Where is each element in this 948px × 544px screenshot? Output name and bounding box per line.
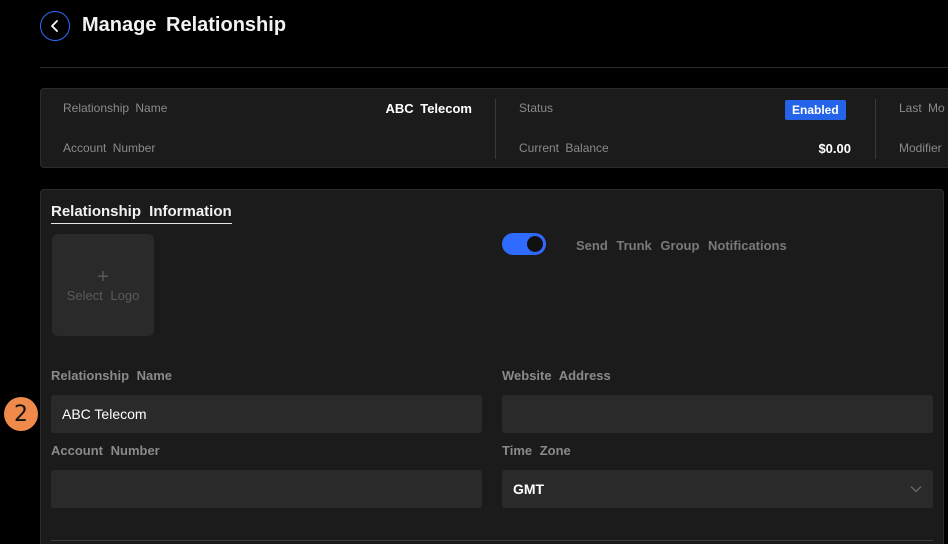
relationship-name-label: Relationship Name [51, 368, 173, 383]
header-divider [40, 67, 948, 68]
chevron-left-icon [51, 20, 58, 32]
summary-relationship-name-label: Relationship Name [63, 101, 168, 115]
toggle-knob [527, 236, 543, 252]
account-number-input[interactable] [51, 470, 482, 508]
account-number-label: Account Number [51, 443, 160, 458]
website-address-input[interactable] [502, 395, 933, 433]
select-logo-button[interactable]: + Select Logo [52, 234, 154, 336]
summary-current-balance-label: Current Balance [519, 141, 609, 155]
status-badge: Enabled [785, 100, 846, 120]
relationship-name-input[interactable] [51, 395, 482, 433]
summary-modified-by-label: Modifier [899, 141, 942, 155]
select-logo-label: Select Logo [66, 287, 140, 303]
section-divider [51, 540, 933, 541]
send-notifications-toggle[interactable] [502, 233, 546, 255]
summary-divider [495, 99, 496, 159]
back-button[interactable] [40, 11, 70, 41]
chevron-down-icon [910, 486, 922, 493]
summary-current-balance-value: $0.00 [818, 141, 851, 156]
website-address-label: Website Address [502, 368, 611, 383]
summary-card: Relationship Name ABC Telecom Account Nu… [40, 88, 948, 168]
time-zone-value: GMT [513, 481, 545, 497]
page-title: Manage Relationship [82, 14, 287, 36]
plus-icon: + [97, 265, 109, 288]
relationship-info-panel: Relationship Information + Select Logo S… [40, 189, 944, 544]
summary-divider [875, 99, 876, 159]
time-zone-label: Time Zone [502, 443, 571, 458]
send-notifications-label: Send Trunk Group Notifications [576, 238, 787, 253]
section-title: Relationship Information [51, 203, 232, 224]
step-marker: 2 [4, 397, 38, 431]
summary-last-modified-label: Last Mo [899, 101, 945, 115]
summary-account-number-label: Account Number [63, 141, 156, 155]
summary-relationship-name-value: ABC Telecom [385, 101, 472, 116]
time-zone-select[interactable]: GMT [502, 470, 933, 508]
summary-status-label: Status [519, 101, 554, 115]
manage-relationship-page: Manage Relationship Relationship Name AB… [0, 0, 948, 544]
